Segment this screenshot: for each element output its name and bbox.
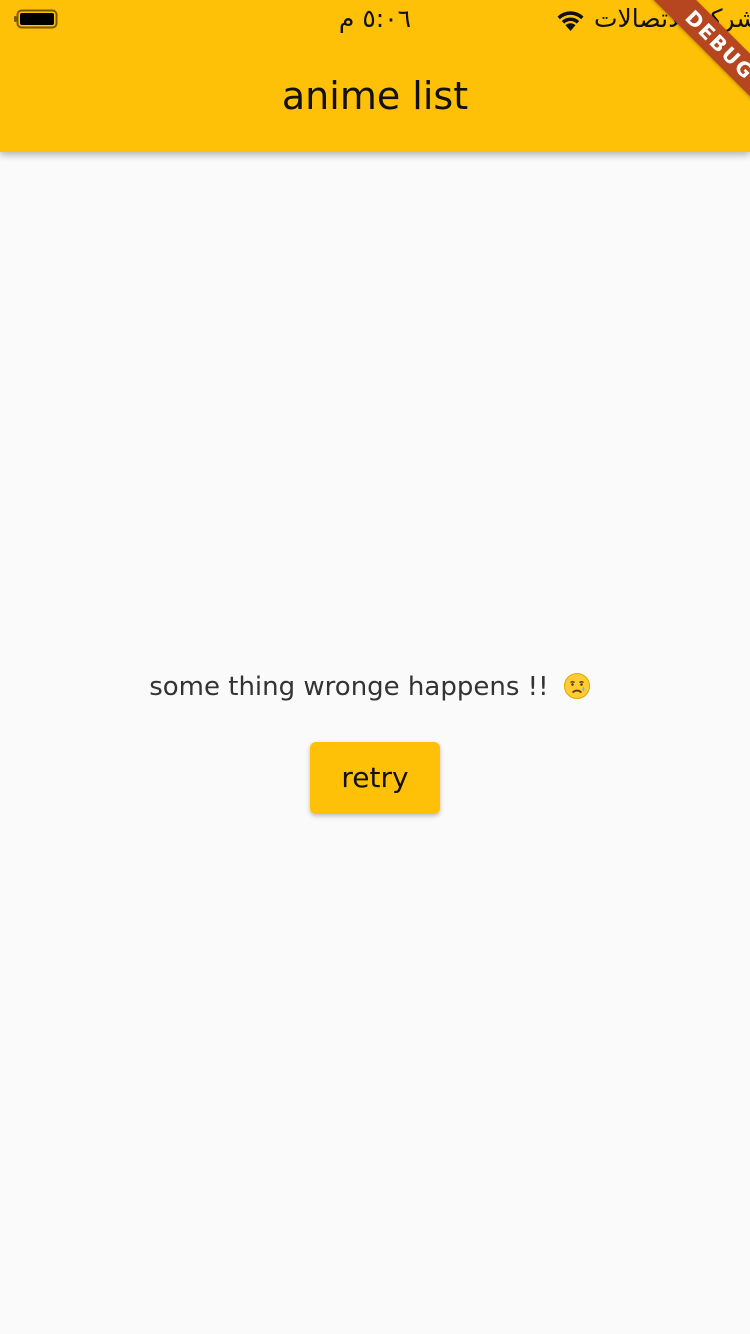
error-message-text: some thing wronge happens !!	[149, 672, 549, 702]
retry-button[interactable]: retry	[310, 742, 440, 814]
app-bar: ٥:٠٦ م شركة الاتصالات anime list	[0, 0, 750, 152]
error-message: some thing wronge happens !!	[0, 665, 740, 709]
wifi-icon	[557, 11, 584, 31]
carrier-name: شركة الاتصالات	[594, 4, 750, 33]
page-title: anime list	[281, 74, 469, 118]
status-bar: ٥:٠٦ م شركة الاتصالات	[0, 0, 750, 40]
crying-face-icon	[563, 673, 590, 699]
